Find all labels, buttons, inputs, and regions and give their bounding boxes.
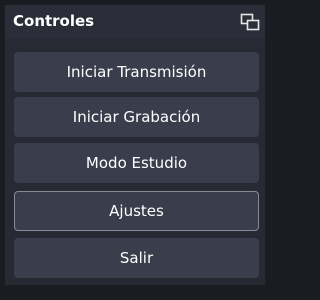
studio-mode-button[interactable]: Modo Estudio	[14, 143, 259, 183]
float-window-icon	[240, 13, 260, 31]
controls-panel: Iniciar Transmisión Iniciar Grabación Mo…	[5, 39, 265, 285]
dock-title: Controles	[13, 12, 95, 30]
controls-dock: Controles Iniciar Transmisión Iniciar Gr…	[0, 0, 270, 300]
dock-header: Controles	[5, 5, 265, 39]
exit-button[interactable]: Salir	[14, 238, 259, 278]
settings-button[interactable]: Ajustes	[14, 191, 259, 231]
dock-bottom-gap	[5, 285, 265, 300]
start-recording-button[interactable]: Iniciar Grabación	[14, 97, 259, 137]
float-window-button[interactable]	[239, 11, 261, 33]
start-streaming-button[interactable]: Iniciar Transmisión	[14, 52, 259, 92]
